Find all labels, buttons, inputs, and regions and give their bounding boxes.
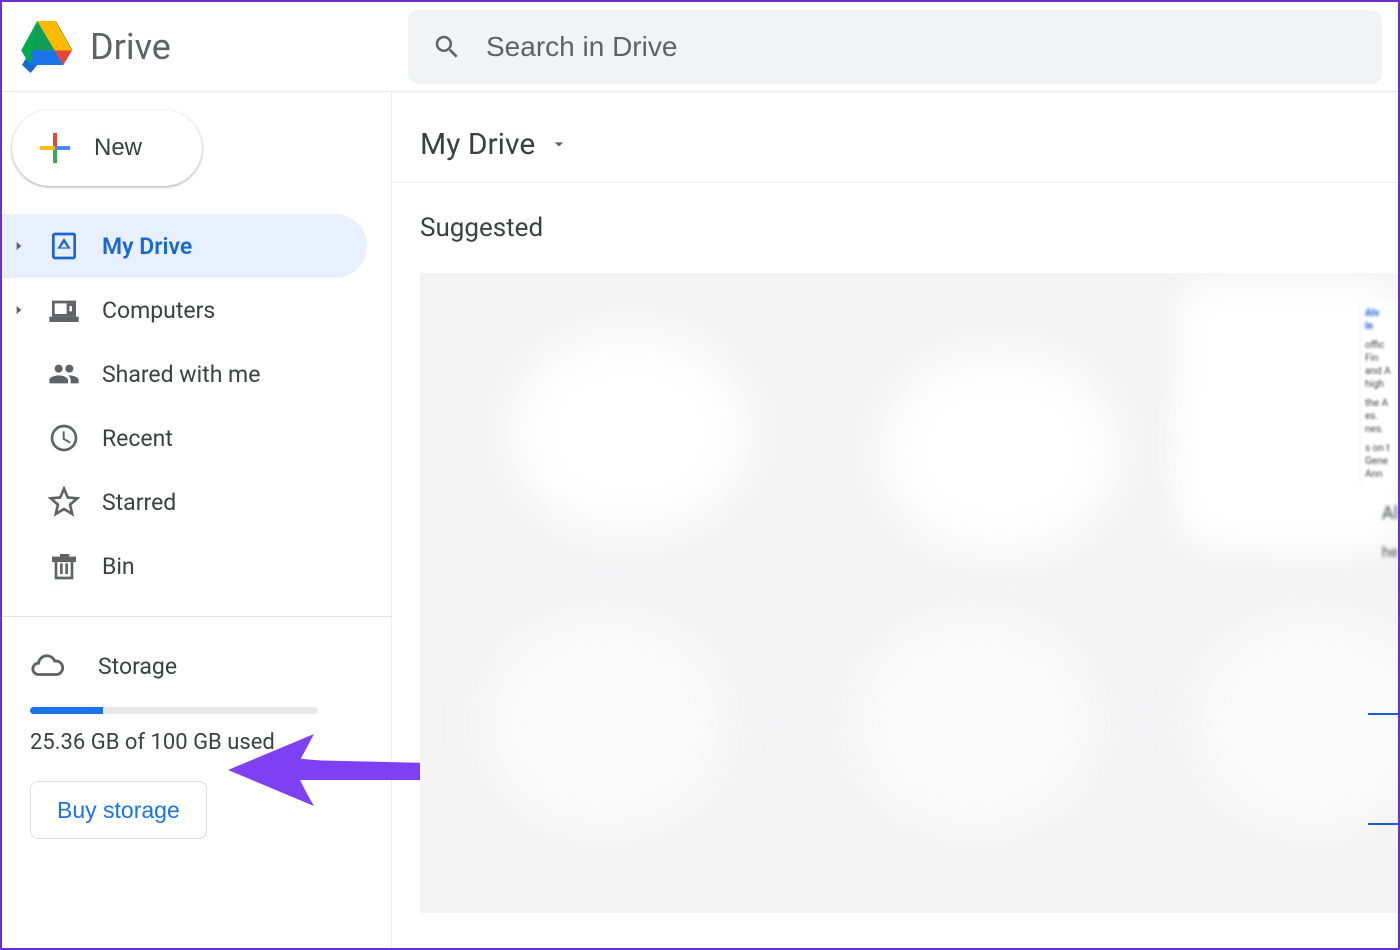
app-logo-block[interactable]: Drive bbox=[18, 21, 408, 73]
computers-icon bbox=[48, 294, 80, 326]
doc-title-fragment: Al bbox=[1382, 503, 1398, 524]
sidebar-item-bin[interactable]: Bin bbox=[2, 534, 367, 598]
sidebar-item-label: Recent bbox=[102, 425, 173, 452]
sidebar-item-my-drive[interactable]: My Drive bbox=[2, 214, 367, 278]
bin-icon bbox=[48, 550, 80, 582]
caret-right-icon bbox=[12, 303, 26, 317]
main-content: My Drive Suggested Alv le officFinand Ah… bbox=[392, 92, 1398, 948]
shared-icon bbox=[48, 358, 80, 390]
divider bbox=[392, 182, 1398, 183]
plus-icon bbox=[38, 131, 72, 165]
sidebar-item-label: Bin bbox=[102, 553, 135, 580]
starred-icon bbox=[48, 486, 80, 518]
sidebar-item-shared[interactable]: Shared with me bbox=[2, 342, 367, 406]
sidebar-item-recent[interactable]: Recent bbox=[2, 406, 367, 470]
sidebar-item-label: Starred bbox=[102, 489, 176, 516]
sidebar-item-label: My Drive bbox=[102, 233, 192, 260]
storage-section: Storage 25.36 GB of 100 GB used Buy stor… bbox=[2, 639, 391, 839]
doc-subtitle-fragment: he bbox=[1382, 543, 1398, 561]
app-name: Drive bbox=[90, 26, 171, 68]
caret-right-icon bbox=[12, 239, 26, 253]
recent-icon bbox=[48, 422, 80, 454]
cloud-icon bbox=[30, 649, 64, 683]
nav-list: My Drive Computers Shared with me Recent bbox=[2, 214, 391, 598]
new-button-label: New bbox=[94, 134, 142, 162]
chevron-down-icon bbox=[549, 134, 569, 154]
search-icon bbox=[432, 32, 462, 62]
breadcrumb[interactable]: My Drive bbox=[420, 116, 1398, 172]
sidebar-item-label: Shared with me bbox=[102, 361, 260, 388]
header: Drive bbox=[2, 2, 1398, 92]
my-drive-icon bbox=[48, 230, 80, 262]
doc-preview: Alv le officFinand Ahigh the Aes.nes. s … bbox=[1360, 303, 1398, 485]
search-bar[interactable] bbox=[408, 10, 1382, 84]
storage-progress-fill bbox=[30, 707, 103, 714]
suggested-heading: Suggested bbox=[420, 213, 1398, 243]
sidebar-item-computers[interactable]: Computers bbox=[2, 278, 367, 342]
sidebar-item-storage[interactable]: Storage bbox=[30, 639, 331, 693]
storage-label: Storage bbox=[98, 653, 177, 680]
sidebar-item-label: Computers bbox=[102, 297, 215, 324]
search-input[interactable] bbox=[486, 31, 1358, 63]
storage-used-text: 25.36 GB of 100 GB used bbox=[30, 730, 331, 755]
suggested-content-blurred: Alv le officFinand Ahigh the Aes.nes. s … bbox=[420, 273, 1398, 913]
drive-logo-icon bbox=[18, 21, 76, 73]
storage-progress bbox=[30, 707, 318, 714]
buy-storage-button[interactable]: Buy storage bbox=[30, 781, 207, 839]
divider bbox=[2, 616, 391, 617]
breadcrumb-text: My Drive bbox=[420, 127, 535, 162]
sidebar: New My Drive Computers Shared with me bbox=[2, 92, 392, 948]
sidebar-item-starred[interactable]: Starred bbox=[2, 470, 367, 534]
new-button[interactable]: New bbox=[12, 110, 202, 186]
